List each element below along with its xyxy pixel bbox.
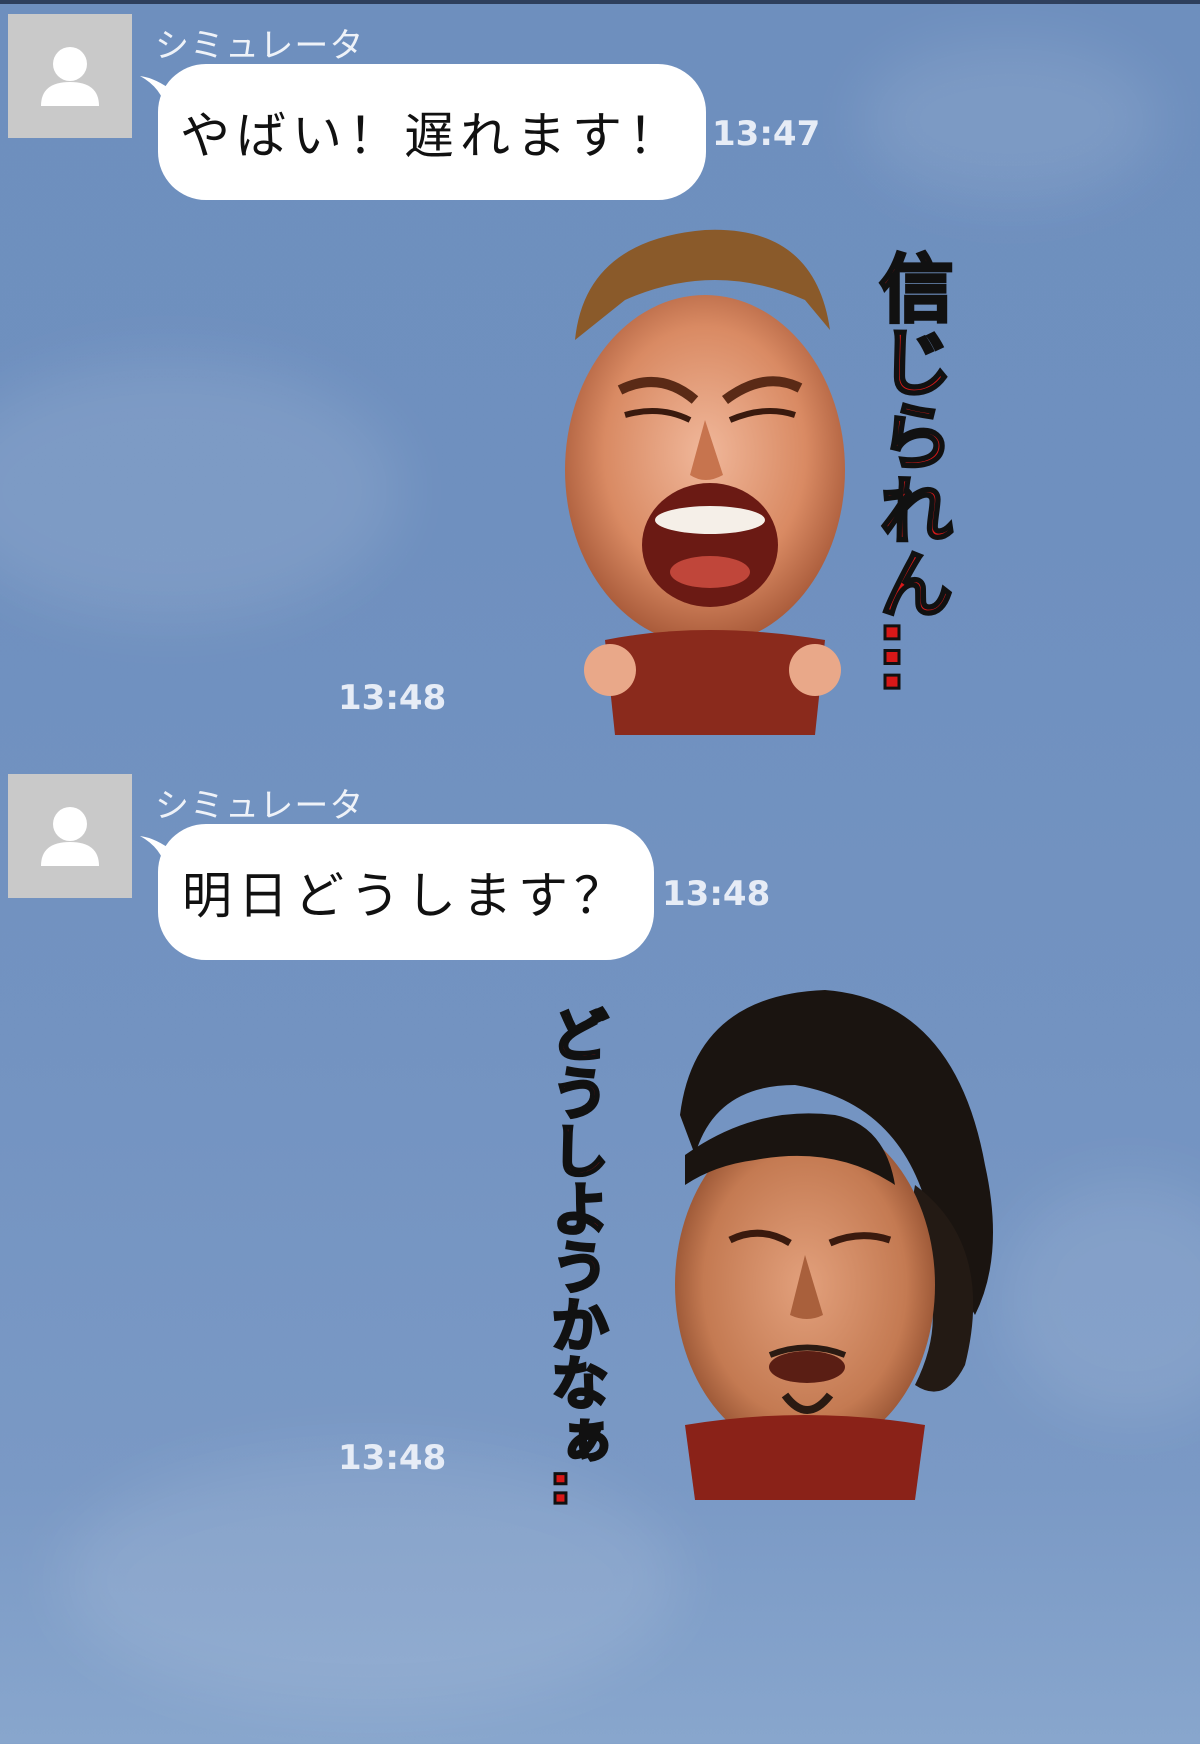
message-bubble[interactable]: 明日どうします？ — [158, 824, 654, 960]
message-bubble[interactable]: やばい！遅れます！ — [158, 64, 706, 200]
long-haired-wrestler-sticker[interactable]: どうしようかなぁ… — [535, 985, 1015, 1505]
avatar[interactable] — [8, 774, 132, 898]
shouting-wrestler-sticker[interactable]: 信じられん… — [565, 220, 985, 740]
default-user-icon — [41, 47, 99, 106]
sender-name: シミュレータ — [155, 26, 365, 66]
window-top-border — [0, 0, 1200, 4]
message-time: 13:48 — [338, 678, 447, 718]
default-user-icon — [41, 807, 99, 866]
background-cloud — [0, 360, 400, 620]
background-cloud — [860, 40, 1160, 200]
avatar[interactable] — [8, 14, 132, 138]
sticker-caption: 信じられん… — [867, 250, 953, 694]
message-time: 13:48 — [662, 874, 771, 914]
sender-name: シミュレータ — [155, 786, 365, 826]
message-time: 13:48 — [338, 1438, 447, 1478]
message-time: 13:47 — [712, 114, 821, 154]
message-text[interactable]: 明日どうします？ — [182, 856, 630, 928]
sticker-caption: どうしようかなぁ… — [541, 1005, 609, 1505]
message-text[interactable]: やばい！遅れます！ — [180, 96, 684, 168]
background-cloud — [1000, 1180, 1200, 1420]
